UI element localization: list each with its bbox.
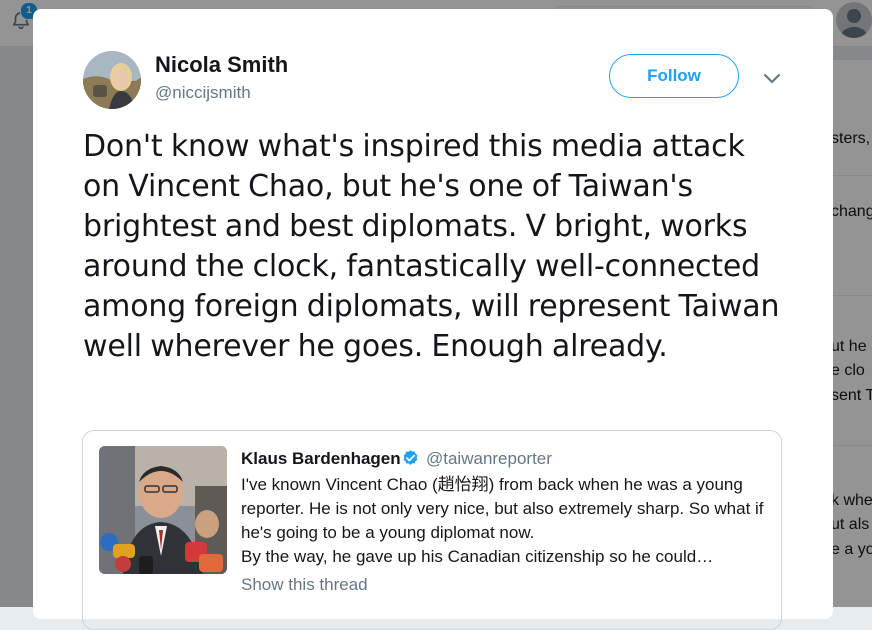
quoted-tweet-text: I've known Vincent Chao (趙怡翔) from back … — [241, 473, 771, 569]
author-photo — [83, 51, 141, 109]
verified-badge-icon — [403, 450, 418, 465]
author-avatar[interactable] — [83, 51, 141, 109]
quoted-tweet-card[interactable]: Klaus Bardenhagen @taiwanreporter I've k… — [82, 430, 782, 630]
press-conference-photo — [99, 446, 227, 574]
author-name[interactable]: Nicola Smith — [155, 52, 288, 78]
show-thread-link[interactable]: Show this thread — [241, 575, 368, 595]
chevron-down-icon — [763, 73, 781, 84]
quoted-tweet-image[interactable] — [99, 446, 227, 574]
quoted-tweet-text-body: I've known Vincent Chao (趙怡翔) from back … — [241, 475, 764, 566]
quoted-author-handle: @taiwanreporter — [426, 449, 552, 468]
author-handle[interactable]: @niccijsmith — [155, 83, 251, 103]
tweet-modal: Nicola Smith @niccijsmith Follow Don't k… — [33, 9, 833, 630]
tweet-menu-button[interactable] — [761, 69, 783, 87]
tweet-text: Don't know what's inspired this media at… — [83, 129, 780, 364]
follow-button[interactable]: Follow — [609, 54, 739, 98]
quoted-author-name: Klaus Bardenhagen — [241, 449, 401, 468]
